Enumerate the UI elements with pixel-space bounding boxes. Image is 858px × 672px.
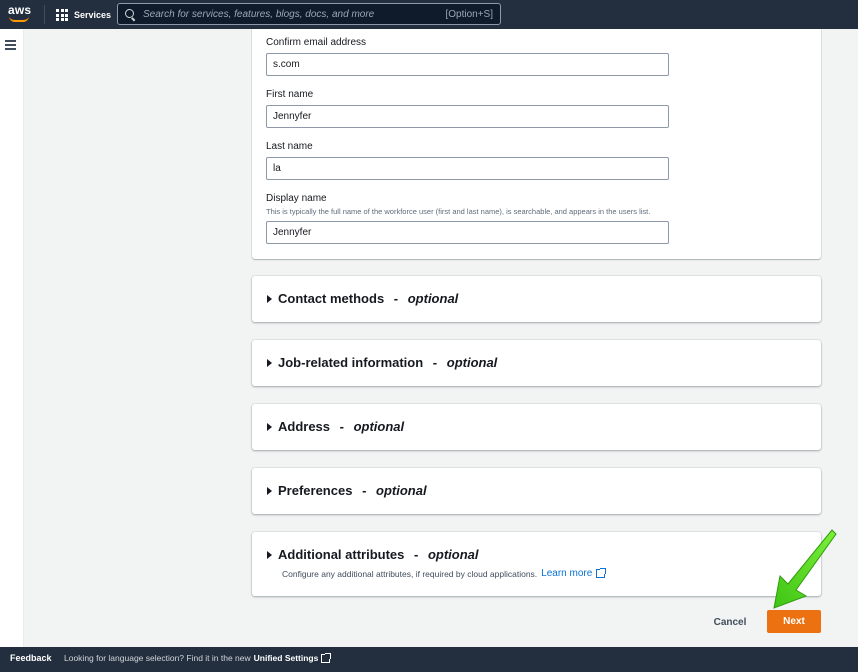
section-preferences[interactable]: Preferences - optional	[252, 468, 821, 514]
section-separator: -	[410, 547, 422, 562]
display-name-field[interactable]	[266, 221, 669, 244]
annotation-arrow-icon	[773, 529, 837, 609]
services-grid-icon	[56, 9, 68, 21]
first-name-label: First name	[266, 89, 314, 100]
aws-logo[interactable]: aws	[8, 4, 34, 24]
display-name-label: Display name	[266, 193, 327, 204]
section-header: Contact methods - optional	[267, 291, 458, 306]
section-separator: -	[336, 419, 348, 434]
section-title: Job-related information	[278, 355, 424, 370]
external-link-icon	[321, 652, 332, 663]
cancel-button[interactable]: Cancel	[703, 611, 757, 633]
section-title: Preferences	[278, 483, 353, 498]
section-optional-tag: optional	[407, 291, 459, 306]
section-title: Address	[278, 419, 331, 434]
footer-bar: Feedback Looking for language selection?…	[0, 647, 858, 672]
additional-attributes-description-text: Configure any additional attributes, if …	[282, 568, 538, 579]
section-separator: -	[390, 291, 402, 306]
section-header: Additional attributes - optional	[267, 547, 479, 562]
caret-right-icon	[267, 486, 272, 495]
caret-right-icon	[267, 358, 272, 367]
caret-right-icon	[267, 294, 272, 303]
learn-more-link[interactable]: Learn more	[541, 568, 592, 579]
caret-right-icon	[267, 550, 272, 559]
footer-message-text: Looking for language selection? Find it …	[64, 653, 251, 663]
display-name-description: This is typically the full name of the w…	[266, 207, 651, 216]
section-additional-attributes[interactable]: Additional attributes - optional Configu…	[252, 532, 821, 596]
section-optional-tag: optional	[353, 419, 405, 434]
section-contact-methods[interactable]: Contact methods - optional	[252, 276, 821, 322]
left-rail	[0, 29, 24, 647]
footer-message: Looking for language selection? Find it …	[64, 652, 332, 663]
search-input[interactable]	[143, 8, 440, 20]
section-separator: -	[358, 483, 371, 498]
search-shortcut-hint: [Option+S]	[445, 8, 493, 20]
section-title: Additional attributes	[278, 547, 405, 562]
services-button[interactable]: Services	[56, 6, 111, 24]
external-link-icon	[596, 568, 607, 578]
next-button[interactable]: Next	[767, 610, 821, 633]
confirm-email-label: Confirm email address	[266, 37, 367, 48]
section-address[interactable]: Address - optional	[252, 404, 821, 450]
caret-right-icon	[267, 422, 272, 431]
confirm-email-field[interactable]	[266, 53, 669, 76]
section-optional-tag: optional	[446, 355, 498, 370]
section-title: Contact methods	[278, 291, 385, 306]
unified-settings-link[interactable]: Unified Settings	[254, 653, 319, 663]
search-box[interactable]: [Option+S]	[117, 3, 501, 25]
last-name-field[interactable]	[266, 157, 669, 180]
section-optional-tag: optional	[376, 483, 427, 498]
aws-smile-icon	[9, 16, 29, 22]
section-header: Preferences - optional	[267, 483, 427, 498]
hamburger-menu-icon[interactable]	[5, 40, 16, 50]
section-header: Job-related information - optional	[267, 355, 497, 370]
additional-attributes-description: Configure any additional attributes, if …	[282, 568, 607, 579]
nav-divider	[44, 5, 45, 24]
top-navigation: aws Services [Option+S]	[0, 0, 858, 29]
section-job-related-information[interactable]: Job-related information - optional	[252, 340, 821, 386]
last-name-label: Last name	[266, 141, 313, 152]
services-label: Services	[74, 10, 112, 20]
search-icon	[125, 8, 136, 20]
section-header: Address - optional	[267, 419, 404, 434]
section-separator: -	[429, 355, 441, 370]
section-optional-tag: optional	[427, 547, 479, 562]
feedback-link[interactable]: Feedback	[10, 653, 52, 663]
first-name-field[interactable]	[266, 105, 669, 128]
aws-logo-text: aws	[8, 3, 32, 17]
